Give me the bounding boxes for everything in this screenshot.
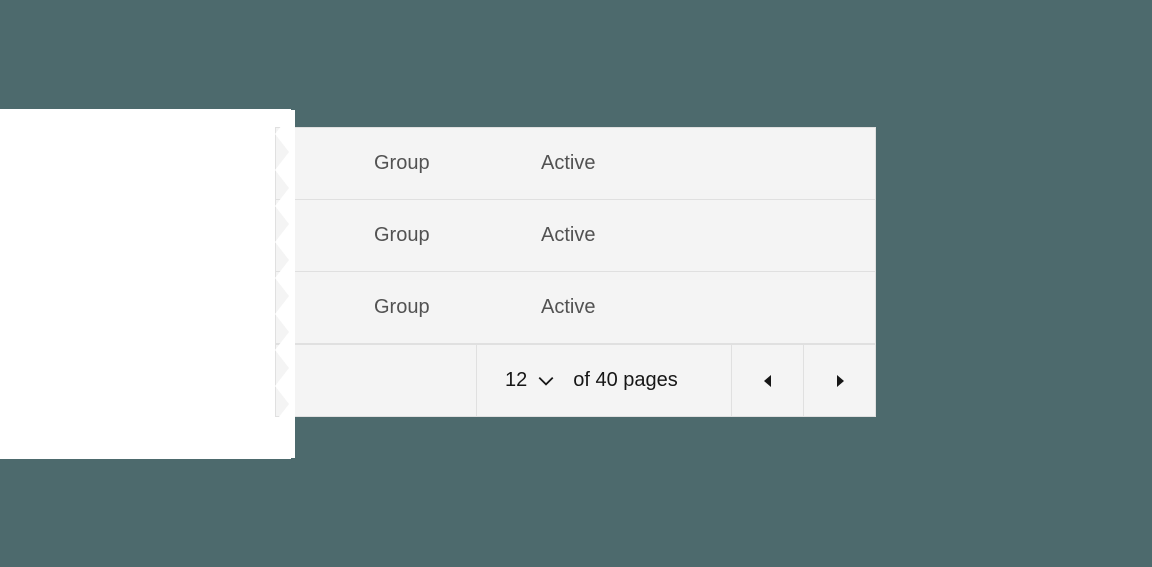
caret-left-icon [763,375,773,387]
cell-group: Group [276,224,541,247]
table-row[interactable]: Group Active [276,200,875,272]
current-page-number: 12 [505,369,527,392]
chevron-down-icon [537,372,555,390]
cell-group: Group [276,152,541,175]
cell-group: Group [276,296,541,319]
prev-page-button[interactable] [731,345,803,416]
table-row[interactable]: Group Active [276,272,875,344]
next-page-button[interactable] [803,345,875,416]
page-select[interactable]: 12 [505,369,555,392]
pagination-spacer [276,345,476,416]
pagination-page-info: 12 of 40 pages [476,345,731,416]
data-table-fragment: Group Active Group Active Group Active 1… [275,127,876,417]
pagination-bar: 12 of 40 pages [276,344,875,416]
cell-status: Active [541,296,595,319]
cell-status: Active [541,224,595,247]
caret-right-icon [835,375,845,387]
cropped-left-panel [0,109,291,459]
table-row[interactable]: Group Active [276,128,875,200]
cell-status: Active [541,152,595,175]
page-total-label: of 40 pages [573,369,678,392]
